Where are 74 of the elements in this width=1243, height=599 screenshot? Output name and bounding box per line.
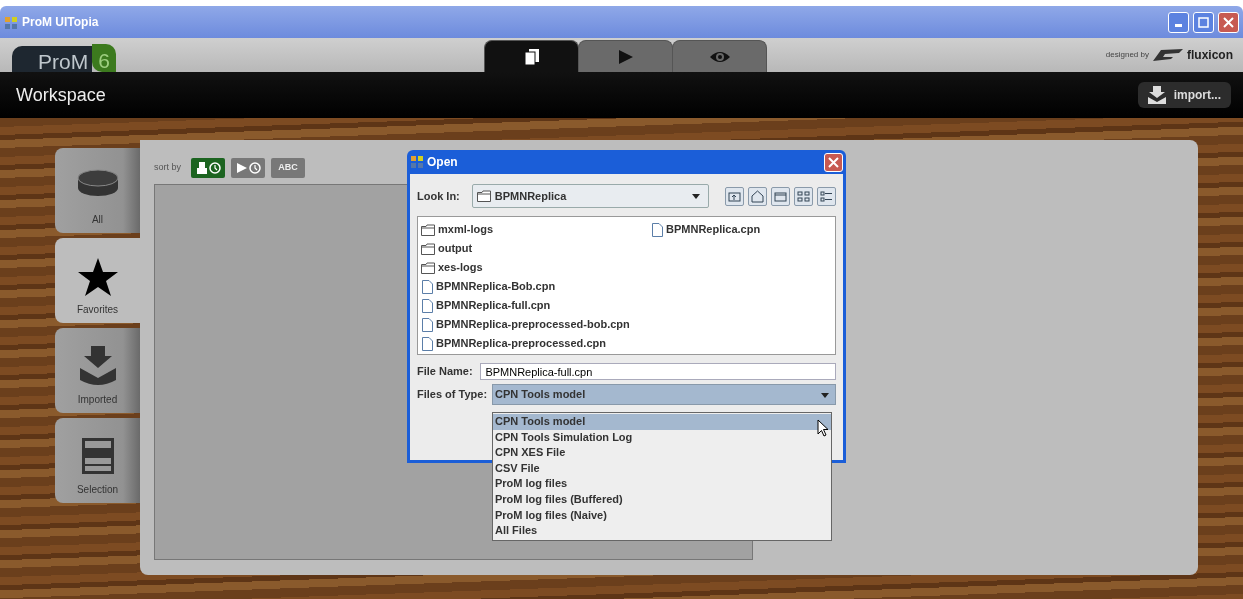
file-item[interactable]: BPMNReplica-preprocessed-bob.cpn [421, 315, 651, 334]
logo-version: 6 [92, 44, 116, 72]
dropdown-option[interactable]: ProM log files (Naive) [493, 507, 831, 524]
file-item[interactable]: BPMNReplica-full.cpn [421, 296, 651, 315]
file-icon [651, 222, 663, 237]
file-icon [421, 336, 433, 351]
file-name-field[interactable]: BPMNReplica-full.cpn [480, 363, 836, 380]
folder-icon [421, 242, 435, 255]
close-icon [828, 156, 839, 168]
play-icon [617, 48, 634, 65]
window-title: ProM UITopia [22, 14, 99, 31]
file-item[interactable]: xes-logs [421, 258, 651, 277]
sort-label: sort by [154, 161, 181, 175]
stamp-clock-icon [195, 162, 221, 174]
file-item[interactable]: BPMNReplica.cpn [651, 220, 821, 239]
up-folder-button[interactable] [725, 186, 744, 206]
minimize-icon [1175, 23, 1182, 27]
close-icon [1223, 16, 1234, 28]
app-icon [410, 154, 424, 170]
sort-button[interactable] [191, 158, 225, 178]
file-type-label: Files of Type: [417, 387, 489, 403]
wing-logo-icon [1153, 49, 1183, 61]
dropdown-option[interactable]: ProM log files (Buffered) [493, 491, 831, 508]
folder-icon [476, 190, 491, 202]
dropdown-option[interactable]: CPN Tools Simulation Log [493, 429, 831, 446]
look-in-label: Look In: [417, 188, 460, 204]
tray-download-icon [1147, 86, 1166, 104]
sidebar-tab[interactable]: Selection [55, 418, 140, 503]
grid-view-button[interactable] [794, 186, 813, 206]
mouse-cursor-icon [817, 419, 829, 437]
new-folder-button[interactable] [771, 186, 790, 206]
sort-button[interactable] [231, 158, 265, 178]
close-button[interactable] [824, 152, 843, 172]
view-tab[interactable] [484, 40, 579, 72]
designed-by-text: designed by [1105, 49, 1149, 61]
brand-name: fluxicon [1187, 47, 1233, 64]
close-button[interactable] [1218, 11, 1239, 33]
dropdown-option[interactable]: ProM log files [493, 476, 831, 492]
app-icon [4, 14, 18, 31]
file-icon [421, 279, 433, 294]
sidebar-tab[interactable]: All [55, 148, 140, 233]
maximize-icon [1198, 16, 1209, 28]
file-type-combo[interactable]: CPN Tools model [492, 384, 836, 405]
home-icon [750, 188, 765, 204]
dialog-title: Open [427, 154, 458, 171]
look-in-combo[interactable]: BPMNReplica [471, 184, 709, 208]
maximize-button[interactable] [1193, 11, 1214, 33]
copy-icon [524, 48, 539, 65]
dropdown-option[interactable]: All Files [493, 523, 831, 539]
dropdown-option[interactable]: CPN Tools model [493, 414, 831, 430]
sort-button[interactable]: ABC [271, 158, 305, 178]
home-button[interactable] [748, 186, 767, 206]
file-item[interactable]: output [421, 239, 651, 258]
eye-icon [708, 49, 731, 64]
grid-view-icon [796, 188, 811, 204]
logo-text: ProM [12, 46, 93, 72]
file-icon [421, 317, 433, 332]
file-item[interactable]: mxml-logs [421, 220, 651, 239]
folder-icon [421, 261, 435, 274]
sidebar-tab[interactable]: Imported [55, 328, 140, 413]
dropdown-option[interactable]: CPN XES File [493, 445, 831, 461]
dropdown-option[interactable]: CSV File [493, 460, 831, 477]
file-icon [421, 298, 433, 313]
details-view-icon [819, 188, 834, 204]
file-name-label: File Name: [417, 364, 474, 380]
play-clock-icon [235, 162, 261, 174]
minimize-button[interactable] [1168, 11, 1189, 33]
details-view-button[interactable] [817, 186, 836, 206]
sidebar-tab[interactable]: Favorites [55, 238, 140, 323]
file-item[interactable]: BPMNReplica-Bob.cpn [421, 277, 651, 296]
import-button[interactable]: import... [1137, 82, 1231, 108]
folder-icon [421, 223, 435, 236]
file-item[interactable]: BPMNReplica-preprocessed.cpn [421, 334, 651, 353]
workspace-title: Workspace [16, 83, 106, 107]
